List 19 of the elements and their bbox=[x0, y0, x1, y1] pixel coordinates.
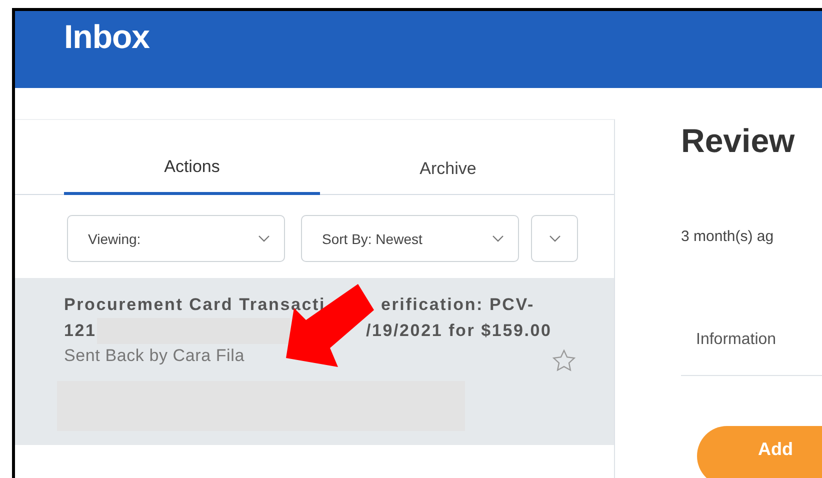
chevron-down-icon bbox=[258, 235, 270, 242]
item-status: Sent Back by Cara Fila bbox=[64, 346, 244, 366]
timestamp: 3 month(s) ag bbox=[681, 228, 774, 245]
menu-button[interactable] bbox=[531, 215, 578, 262]
item-title: erification: PCV- bbox=[381, 294, 534, 316]
chevron-down-icon bbox=[548, 235, 560, 242]
tab[interactable]: Information bbox=[696, 331, 776, 349]
star-icon[interactable] bbox=[552, 349, 576, 372]
detail-title: Review bbox=[681, 122, 795, 160]
tab[interactable]: Archive bbox=[320, 120, 576, 195]
chevron-down-icon bbox=[492, 235, 504, 242]
page-title: Inbox bbox=[64, 18, 150, 56]
item-title: Procurement Card Transacti bbox=[64, 294, 326, 316]
dropdown[interactable]: Sort By: Newest bbox=[301, 215, 519, 262]
dropdown[interactable]: Viewing: bbox=[67, 215, 285, 262]
item-title: 121 bbox=[64, 320, 97, 342]
inbox-item[interactable]: Procurement Card Transacti erification: PCV- 121 /19/2021 for $159.00 Sent Back by Cara Fila bbox=[15, 278, 614, 445]
item-title: /19/2021 for $159.00 bbox=[366, 320, 552, 342]
tab[interactable]: Actions bbox=[64, 120, 320, 195]
